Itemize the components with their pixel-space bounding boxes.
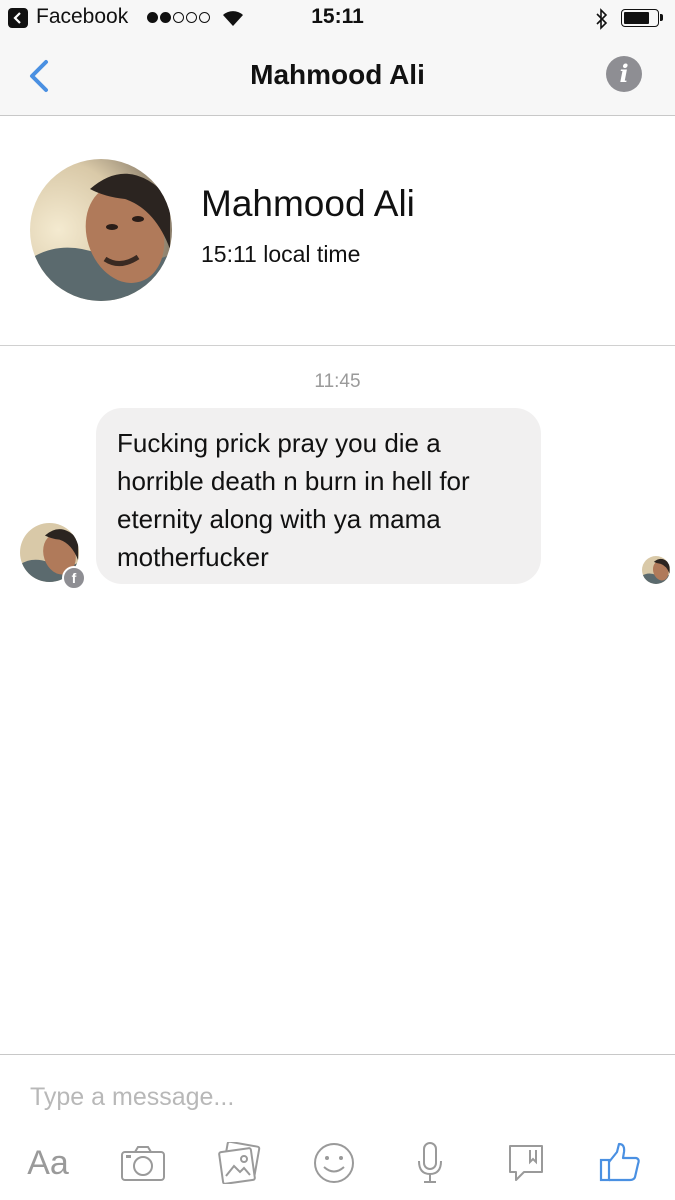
message-line: Fucking prick pray you die a [117, 428, 441, 458]
status-bar: Facebook 15:11 [0, 0, 675, 36]
bluetooth-icon [596, 8, 608, 30]
photo-gallery-icon[interactable] [211, 1135, 267, 1191]
status-time: 15:11 [311, 5, 364, 28]
conversation-title: Mahmood Ali [250, 59, 425, 90]
battery-icon [621, 9, 659, 27]
message-line: motherfucker [117, 542, 269, 572]
message-bubble[interactable]: Fucking prick pray you die a horrible de… [96, 408, 541, 584]
nav-bar: Mahmood Ali i [0, 36, 675, 116]
emoji-icon[interactable] [306, 1135, 362, 1191]
text-format-icon[interactable]: Aa [20, 1135, 76, 1191]
camera-icon[interactable] [115, 1135, 171, 1191]
composer-toolbar: Aa [0, 1135, 675, 1195]
profile-local-time: 15:11 local time [201, 241, 361, 267]
seen-by-avatar [642, 556, 670, 584]
message-line: eternity along with ya mama [117, 504, 441, 534]
message-input[interactable] [30, 1077, 645, 1117]
microphone-icon[interactable] [402, 1135, 458, 1191]
thumbs-up-icon[interactable] [592, 1135, 648, 1191]
message-line: horrible death n burn in hell for [117, 466, 470, 496]
info-icon[interactable]: i [606, 56, 642, 92]
facebook-badge-icon: f [62, 566, 86, 590]
profile-header: Mahmood Ali 15:11 local time [0, 117, 675, 346]
composer: Aa [0, 1054, 675, 1200]
profile-avatar[interactable] [30, 159, 172, 301]
message-timestamp: 11:45 [314, 371, 361, 392]
profile-name: Mahmood Ali [201, 183, 415, 224]
battery-tip [660, 14, 663, 21]
sticker-icon[interactable] [498, 1135, 554, 1191]
